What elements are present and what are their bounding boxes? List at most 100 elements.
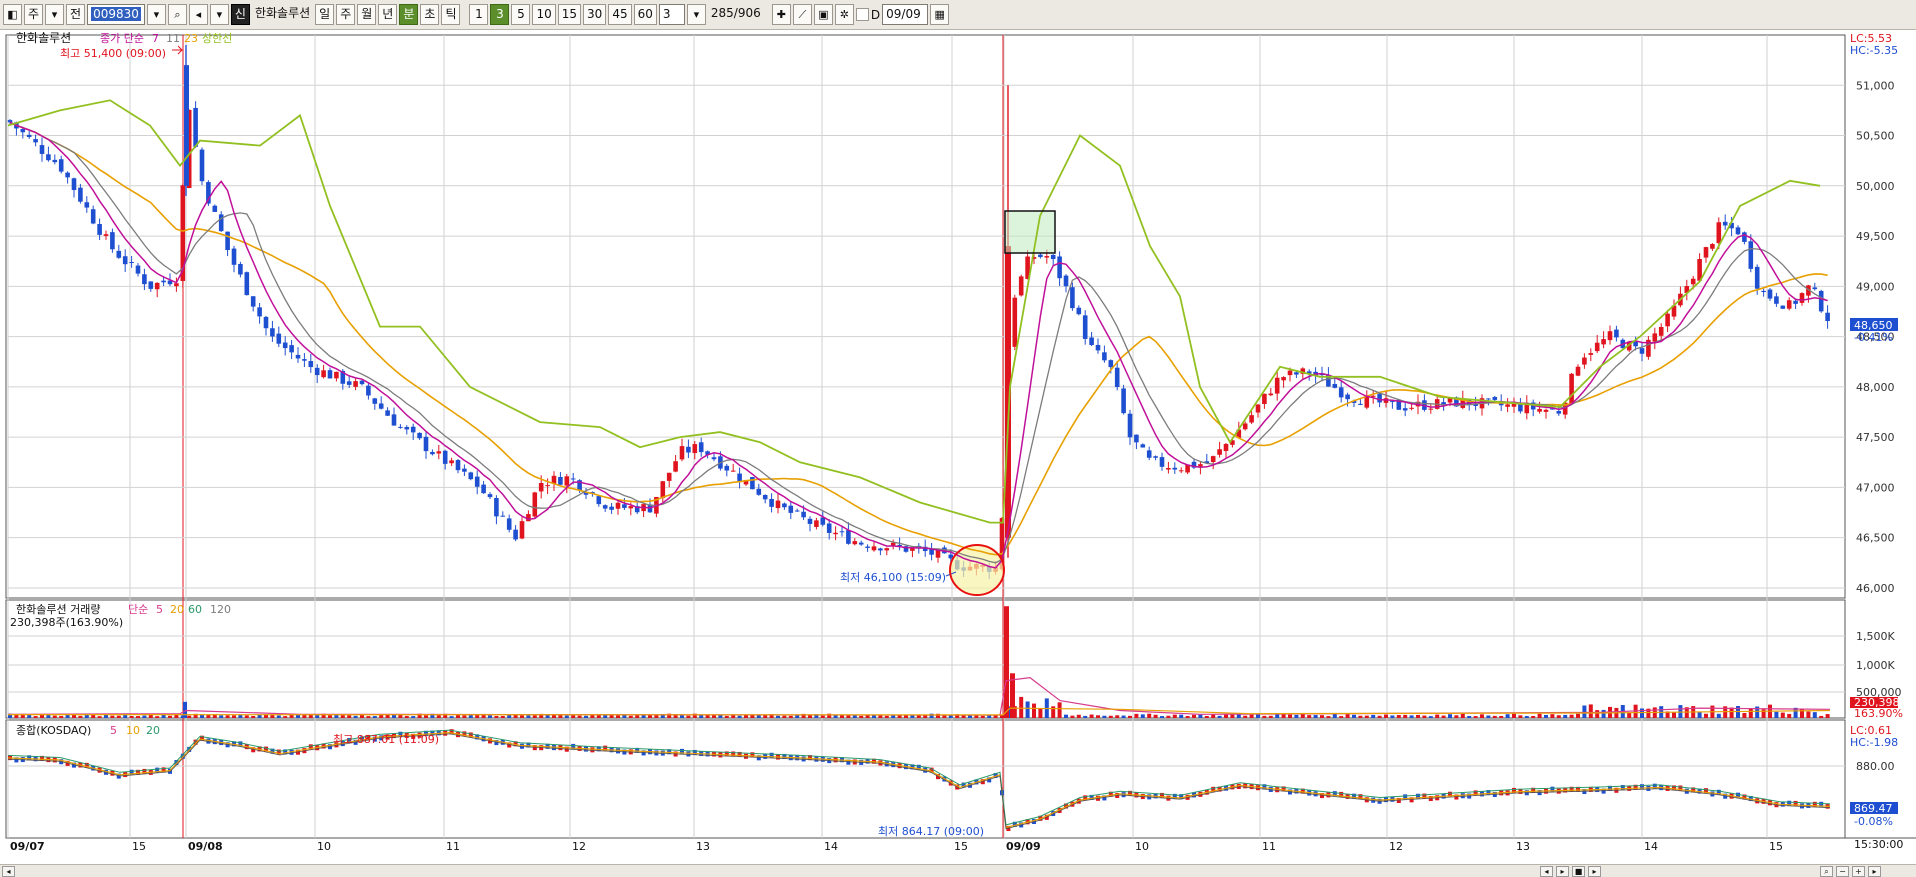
period-select[interactable]: 주 bbox=[24, 4, 44, 25]
volume-bar bbox=[1416, 714, 1420, 718]
period-month-button[interactable]: 월 bbox=[357, 4, 377, 25]
plus-icon[interactable]: + bbox=[1852, 866, 1865, 877]
candle bbox=[1575, 366, 1581, 376]
volume-bar bbox=[219, 715, 224, 718]
volume-bar bbox=[168, 715, 172, 718]
period-year-button[interactable]: 년 bbox=[378, 4, 398, 25]
price-legend-name: 한화솔루션 bbox=[16, 31, 71, 45]
candle bbox=[1127, 413, 1133, 438]
high-arrow-icon bbox=[172, 45, 183, 55]
candle bbox=[378, 403, 384, 409]
volume-bar bbox=[276, 715, 281, 718]
volume-bar bbox=[1192, 714, 1196, 718]
interval-1-button[interactable]: 1 bbox=[469, 4, 489, 25]
volume-bar bbox=[1582, 705, 1587, 718]
period-day-button[interactable]: 일 bbox=[315, 4, 335, 25]
volume-bar bbox=[1172, 714, 1177, 718]
volume-bar bbox=[372, 716, 377, 718]
period-week-button[interactable]: 주 bbox=[336, 4, 356, 25]
interval-30-button[interactable]: 30 bbox=[583, 4, 607, 25]
candle bbox=[660, 481, 666, 499]
price-candles bbox=[7, 45, 1830, 595]
candle bbox=[1089, 337, 1094, 345]
volume-bar bbox=[1806, 711, 1811, 718]
scroll-left-icon[interactable]: ◂ bbox=[2, 866, 15, 877]
chevron-down-icon[interactable]: ▾ bbox=[209, 4, 229, 25]
candle bbox=[308, 361, 314, 368]
search-icon[interactable]: ⌕ bbox=[167, 4, 187, 25]
chart-tool-icon[interactable]: ⟋ bbox=[792, 4, 812, 25]
volume-bar bbox=[1147, 713, 1152, 718]
candle bbox=[1742, 232, 1747, 242]
x-tick-label: 15 bbox=[1769, 840, 1783, 853]
candle bbox=[1332, 384, 1338, 388]
volume-bar bbox=[1460, 713, 1465, 718]
candle bbox=[366, 385, 371, 396]
high-note: 최고 51,400 (09:00) bbox=[60, 47, 166, 60]
chevron-down-icon[interactable]: ▾ bbox=[146, 4, 166, 25]
play-forward-icon[interactable]: ▸ bbox=[1588, 866, 1601, 877]
date-input[interactable]: 09/09 bbox=[882, 4, 929, 25]
volume-bar bbox=[1313, 715, 1318, 718]
candle bbox=[1210, 456, 1216, 463]
candle bbox=[289, 345, 294, 353]
candle bbox=[1146, 450, 1152, 458]
gear-icon[interactable]: ✲ bbox=[834, 4, 854, 25]
chevron-down-icon[interactable]: ▾ bbox=[45, 4, 65, 25]
candle bbox=[756, 488, 762, 495]
candle bbox=[468, 472, 474, 480]
volume-bar bbox=[110, 715, 115, 718]
candle bbox=[20, 128, 26, 133]
volume-bar bbox=[532, 715, 537, 718]
interval-15-button[interactable]: 15 bbox=[557, 4, 582, 25]
play-back-icon[interactable]: ◂ bbox=[1540, 866, 1553, 877]
layout-icon[interactable]: ◧ bbox=[3, 4, 22, 25]
volume-bar bbox=[1345, 714, 1350, 718]
scroll-right-icon[interactable]: ▸ bbox=[1868, 866, 1881, 877]
minus-icon[interactable]: − bbox=[1836, 866, 1849, 877]
interval-10-button[interactable]: 10 bbox=[532, 4, 556, 25]
count-input[interactable]: 285/906 bbox=[708, 4, 770, 25]
candle bbox=[673, 461, 678, 472]
volume-bar bbox=[238, 714, 243, 718]
volume-bar bbox=[1000, 715, 1004, 718]
candle bbox=[538, 482, 544, 492]
interval-input[interactable]: 3 bbox=[658, 4, 685, 25]
candle bbox=[596, 496, 602, 505]
speaker-icon[interactable]: ◂ bbox=[188, 4, 208, 25]
chevron-down-icon[interactable]: ▾ bbox=[686, 4, 706, 25]
volume-bar bbox=[462, 715, 467, 718]
period-tick-button[interactable]: 틱 bbox=[441, 4, 461, 25]
interval-60-button[interactable]: 60 bbox=[633, 4, 657, 25]
interval-5-button[interactable]: 5 bbox=[511, 4, 531, 25]
volume-bar bbox=[78, 715, 83, 718]
volume-bar bbox=[174, 714, 179, 718]
candle bbox=[852, 541, 858, 545]
stock-chart[interactable]: 한화솔루션 종가 단순 7 11 23 상한선 최고 51,400 (09:00… bbox=[0, 30, 1916, 864]
volume-bar bbox=[116, 715, 121, 718]
period-minute-button[interactable]: 분 bbox=[399, 4, 419, 25]
interval-45-button[interactable]: 45 bbox=[608, 4, 632, 25]
candle bbox=[762, 494, 768, 500]
zoom-icon[interactable]: ⌕ bbox=[1820, 866, 1833, 877]
candle bbox=[1703, 247, 1709, 258]
candle bbox=[385, 410, 390, 416]
candle bbox=[250, 296, 256, 307]
period-second-button[interactable]: 초 bbox=[420, 4, 440, 25]
volume-bar bbox=[1064, 714, 1068, 718]
checkbox[interactable] bbox=[855, 8, 869, 21]
jeon-select[interactable]: 전 bbox=[66, 4, 86, 25]
candle bbox=[154, 282, 160, 290]
crosshair-icon[interactable]: ✚ bbox=[771, 4, 791, 25]
play-icon[interactable]: ▸ bbox=[1556, 866, 1569, 877]
interval-3-button[interactable]: 3 bbox=[490, 4, 510, 25]
calendar-icon[interactable]: ▦ bbox=[930, 4, 950, 25]
bottom-scrollbar[interactable]: ◂ ◂ ▸ ■ ▸ ⌕ − + ▸ bbox=[0, 864, 1916, 877]
candle bbox=[1780, 305, 1786, 309]
candle bbox=[7, 120, 13, 123]
volume-bar bbox=[1268, 715, 1273, 718]
candle bbox=[788, 505, 794, 513]
save-icon[interactable]: ▣ bbox=[813, 4, 833, 25]
stop-icon[interactable]: ■ bbox=[1572, 866, 1585, 877]
stock-code-input[interactable]: 009830 bbox=[87, 4, 145, 25]
